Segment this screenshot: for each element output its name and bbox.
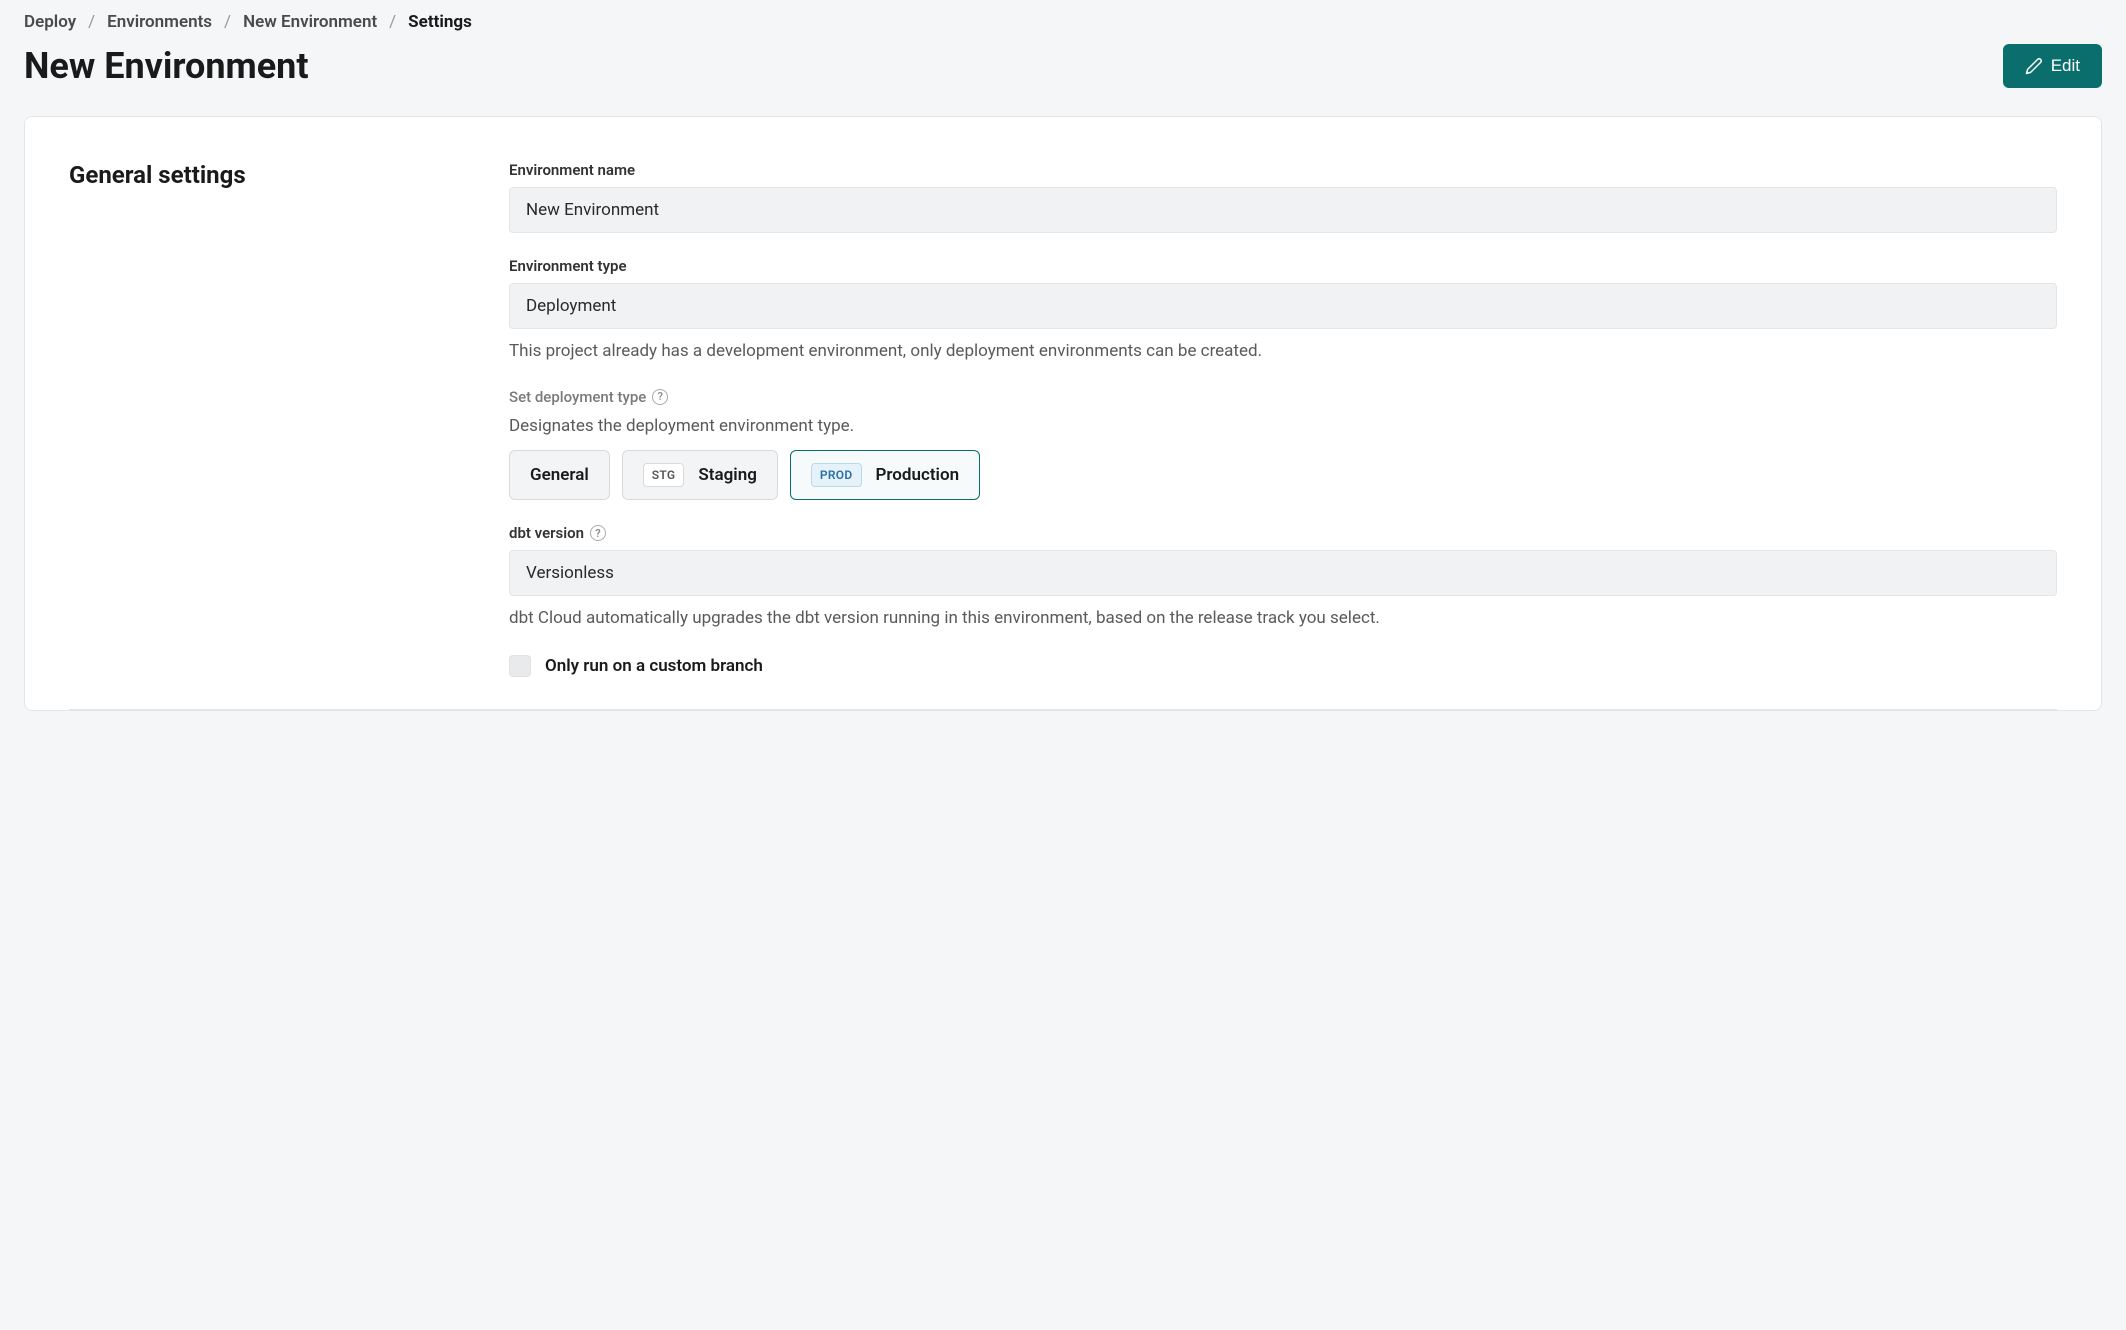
label-dbt-version: dbt version ? <box>509 524 2057 542</box>
deployment-type-production[interactable]: PROD Production <box>790 450 980 500</box>
deployment-type-label: Production <box>876 465 960 485</box>
label-deployment-type: Set deployment type ? <box>509 388 2057 406</box>
breadcrumb-environments[interactable]: Environments <box>107 12 212 32</box>
breadcrumb: Deploy / Environments / New Environment … <box>24 12 2102 32</box>
breadcrumb-settings: Settings <box>408 12 472 32</box>
desc-environment-type: This project already has a development e… <box>509 339 2057 364</box>
badge-stg: STG <box>643 463 685 487</box>
edit-button-label: Edit <box>2051 56 2080 76</box>
help-icon[interactable]: ? <box>652 389 668 405</box>
breadcrumb-deploy[interactable]: Deploy <box>24 12 76 32</box>
label-environment-name: Environment name <box>509 161 2057 179</box>
breadcrumb-new-environment[interactable]: New Environment <box>243 12 377 32</box>
input-dbt-version: Versionless <box>509 550 2057 596</box>
checkbox-custom-branch[interactable] <box>509 655 531 677</box>
deployment-type-options: General STG Staging PROD Production <box>509 450 2057 500</box>
deployment-type-staging[interactable]: STG Staging <box>622 450 778 500</box>
deployment-type-label: Staging <box>698 465 756 485</box>
field-environment-name: Environment name New Environment <box>509 161 2057 233</box>
input-environment-type: Deployment <box>509 283 2057 329</box>
settings-card: General settings Environment name New En… <box>24 116 2102 711</box>
field-custom-branch: Only run on a custom branch <box>509 655 2057 677</box>
pencil-icon <box>2025 57 2043 75</box>
general-settings-section: General settings Environment name New En… <box>69 161 2057 709</box>
edit-button[interactable]: Edit <box>2003 44 2102 88</box>
section-title-general: General settings <box>69 161 429 189</box>
desc-deployment-type: Designates the deployment environment ty… <box>509 414 2057 439</box>
breadcrumb-separator: / <box>88 12 95 32</box>
deployment-type-general[interactable]: General <box>509 450 610 500</box>
badge-prod: PROD <box>811 463 862 487</box>
breadcrumb-separator: / <box>389 12 396 32</box>
page-title: New Environment <box>24 45 309 87</box>
desc-dbt-version: dbt Cloud automatically upgrades the dbt… <box>509 606 2057 631</box>
field-deployment-type: Set deployment type ? Designates the dep… <box>509 388 2057 501</box>
input-environment-name: New Environment <box>509 187 2057 233</box>
field-environment-type: Environment type Deployment This project… <box>509 257 2057 364</box>
breadcrumb-separator: / <box>224 12 231 32</box>
label-custom-branch: Only run on a custom branch <box>545 656 763 676</box>
label-environment-type: Environment type <box>509 257 2057 275</box>
deployment-type-label: General <box>530 465 589 485</box>
field-dbt-version: dbt version ? Versionless dbt Cloud auto… <box>509 524 2057 631</box>
help-icon[interactable]: ? <box>590 525 606 541</box>
section-divider <box>69 709 2057 710</box>
